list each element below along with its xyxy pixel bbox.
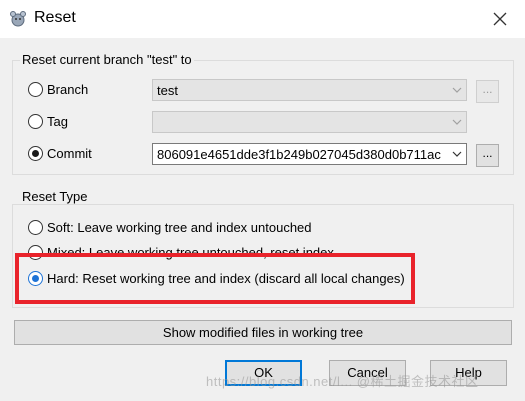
commit-radio[interactable]: Commit [28, 144, 92, 162]
tag-radio[interactable]: Tag [28, 112, 68, 130]
show-modified-files-button[interactable]: Show modified files in working tree [14, 320, 512, 345]
hard-radio[interactable]: Hard: Reset working tree and index (disc… [28, 269, 405, 287]
commit-radio-circle[interactable] [28, 145, 43, 161]
soft-radio[interactable]: Soft: Leave working tree and index untou… [28, 218, 312, 236]
chevron-down-icon [452, 119, 462, 125]
chevron-down-icon [452, 87, 462, 93]
branch-browse-button[interactable]: ... [476, 80, 499, 103]
chevron-down-icon [452, 151, 462, 157]
soft-radio-circle[interactable] [28, 219, 43, 235]
commit-combo-value: 806091e4651dde3f1b249b027045d380d0b711ac [157, 147, 441, 162]
branch-combo-value: test [157, 83, 178, 98]
watermark-text: https://blog.csdn.net/l... @稀土掘金技术社区 [206, 374, 479, 389]
tag-combo[interactable] [152, 111, 467, 133]
branch-radio[interactable]: Branch [28, 80, 88, 98]
close-icon [493, 12, 507, 26]
title-bar: Reset [0, 0, 525, 38]
window-title: Reset [34, 9, 76, 26]
hard-radio-label: Hard: Reset working tree and index (disc… [47, 270, 405, 286]
commit-radio-label: Commit [47, 145, 92, 161]
reset-app-icon [10, 11, 26, 27]
tag-radio-label: Tag [47, 113, 68, 129]
reset-type-group-title: Reset Type [20, 189, 90, 204]
reset-target-group-title: Reset current branch "test" to [20, 52, 194, 67]
close-button[interactable] [484, 4, 518, 34]
hard-radio-circle[interactable] [28, 270, 43, 286]
branch-radio-label: Branch [47, 81, 89, 97]
soft-radio-label: Soft: Leave working tree and index untou… [47, 219, 312, 235]
branch-combo[interactable]: test [152, 79, 467, 101]
branch-radio-circle[interactable] [28, 81, 43, 97]
tag-radio-circle[interactable] [28, 113, 43, 129]
commit-browse-button[interactable]: ... [476, 144, 499, 167]
commit-combo[interactable]: 806091e4651dde3f1b249b027045d380d0b711ac [152, 143, 467, 165]
